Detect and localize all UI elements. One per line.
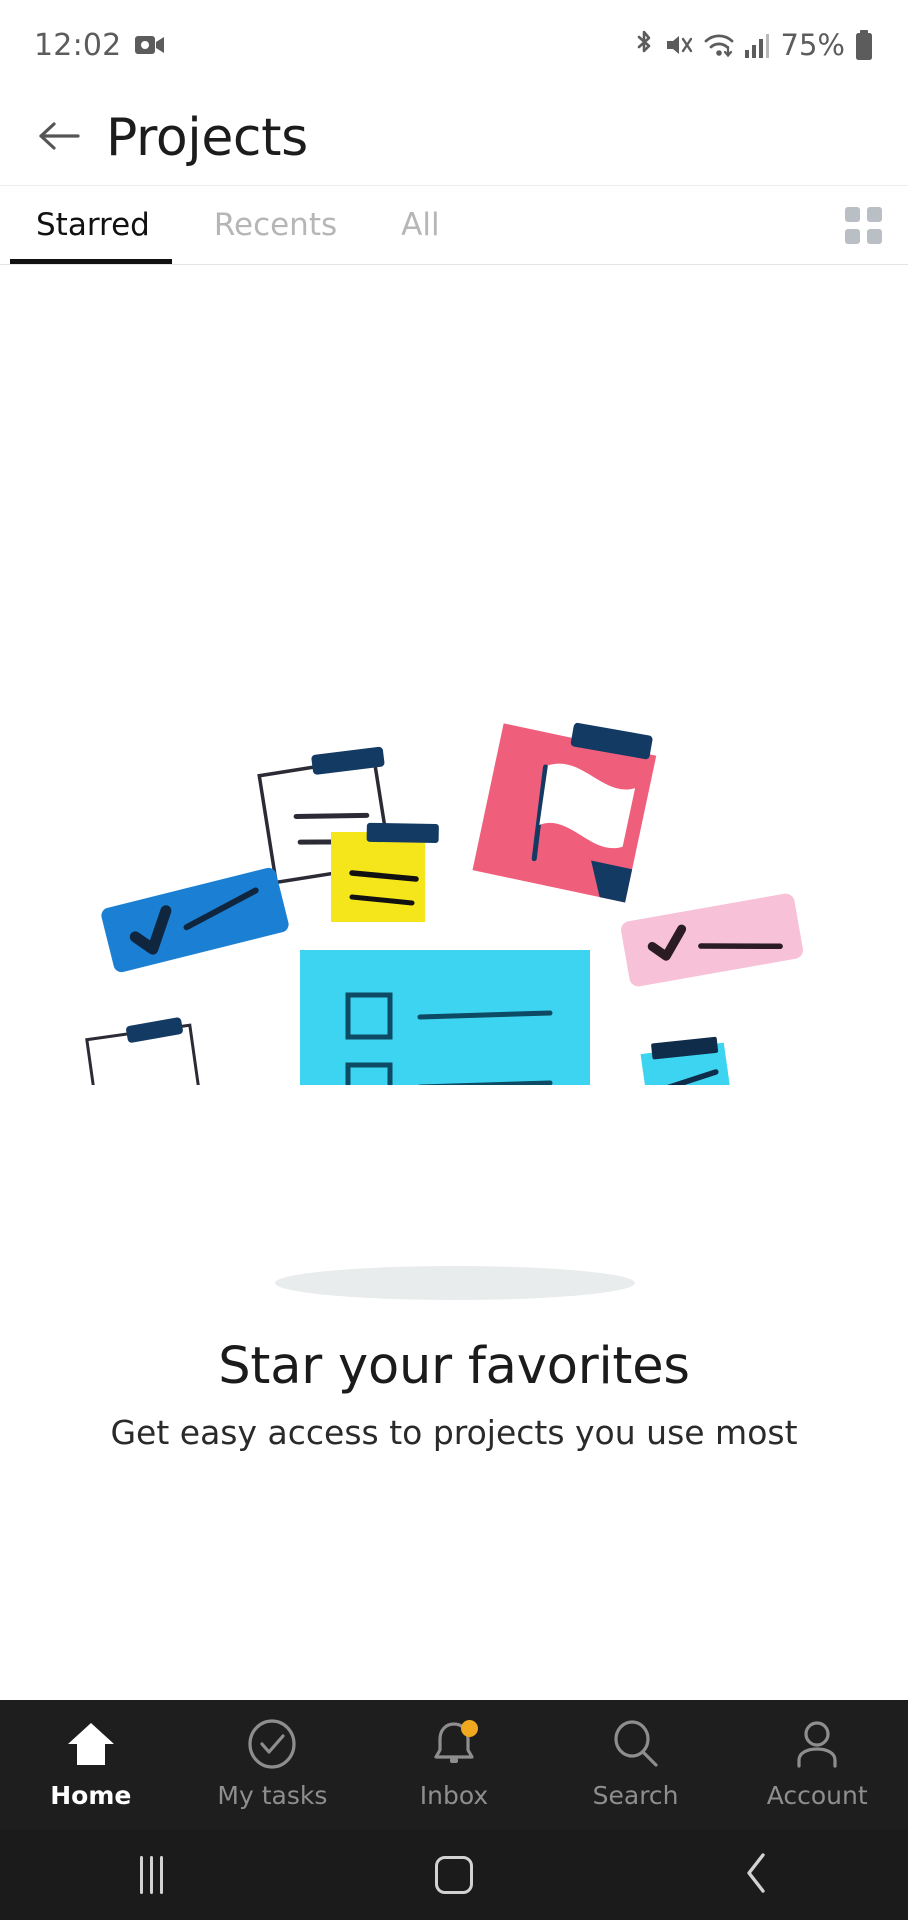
- system-navigation-bar: [0, 1830, 908, 1920]
- battery-icon: [854, 29, 874, 61]
- person-icon: [791, 1718, 843, 1770]
- grid-view-button[interactable]: [818, 186, 908, 264]
- tab-all-label: All: [401, 207, 440, 243]
- tab-starred-label: Starred: [14, 186, 172, 264]
- nav-item-account[interactable]: Account: [726, 1718, 908, 1810]
- nav-item-home-label: Home: [50, 1781, 132, 1810]
- bluetooth-icon: [633, 29, 655, 61]
- empty-state-content: Star your favorites Get easy access to p…: [0, 265, 908, 1700]
- nav-item-inbox-label: Inbox: [419, 1781, 489, 1810]
- tab-starred[interactable]: Starred: [0, 186, 182, 264]
- bottom-navigation: Home My tasks Inbox Search Account: [0, 1700, 908, 1830]
- status-bar-left: 12:02: [34, 28, 165, 63]
- back-arrow-icon: [36, 118, 82, 158]
- illustration-card-pink-flag: [472, 722, 657, 903]
- back-chevron-icon: [744, 1852, 770, 1898]
- bell-icon: [428, 1718, 480, 1770]
- illustration-sticky-cyan-small: [640, 1036, 736, 1085]
- empty-state-subtitle: Get easy access to projects you use most: [110, 1413, 798, 1452]
- nav-item-account-label: Account: [766, 1781, 868, 1810]
- recents-button[interactable]: [0, 1830, 303, 1920]
- home-square-icon: [435, 1856, 473, 1894]
- illustration-card-light-pink: [621, 893, 803, 987]
- nav-item-my-tasks[interactable]: My tasks: [182, 1718, 364, 1810]
- illustration-card-blue: [101, 867, 289, 973]
- nav-item-search[interactable]: Search: [545, 1718, 727, 1810]
- illustration-sticky-yellow: [331, 822, 439, 922]
- system-home-button[interactable]: [303, 1830, 606, 1920]
- phone-screen: 12:02 75% Projects Starred Recents All S…: [0, 0, 908, 1920]
- back-button[interactable]: [30, 109, 88, 167]
- screen-record-icon: [135, 34, 165, 56]
- inbox-badge-dot: [460, 1720, 478, 1737]
- system-back-button[interactable]: [605, 1830, 908, 1920]
- tab-all[interactable]: All: [369, 186, 471, 264]
- tab-recents[interactable]: Recents: [182, 186, 369, 264]
- empty-state-title: Star your favorites: [218, 1337, 690, 1396]
- nav-item-my-tasks-label: My tasks: [217, 1781, 328, 1810]
- nav-item-inbox[interactable]: Inbox: [363, 1718, 545, 1810]
- tab-bar: Starred Recents All: [0, 185, 908, 265]
- page-title: Projects: [106, 107, 308, 168]
- illustration-card-cyan-checklist: [300, 950, 590, 1085]
- tab-recents-label: Recents: [213, 207, 338, 243]
- tab-bar-spacer: [472, 186, 818, 264]
- check-circle-icon: [246, 1718, 298, 1770]
- cellular-signal-icon: [744, 31, 770, 59]
- nav-item-home[interactable]: Home: [0, 1718, 182, 1810]
- illustration-clipboard-small-left: [85, 1017, 205, 1085]
- app-header: Projects: [0, 90, 908, 185]
- home-icon: [65, 1718, 117, 1770]
- status-bar-right: 75%: [633, 28, 874, 62]
- mute-icon: [664, 30, 694, 60]
- recents-icon: [139, 1856, 163, 1894]
- status-bar: 12:02 75%: [0, 0, 908, 90]
- status-bar-clock: 12:02: [34, 27, 122, 63]
- wifi-icon: [703, 31, 735, 59]
- battery-percent-label: 75%: [780, 28, 845, 62]
- grid-view-icon: [844, 206, 882, 244]
- search-icon: [610, 1718, 662, 1770]
- nav-item-search-label: Search: [592, 1781, 679, 1810]
- projects-notes-illustration: [85, 722, 803, 1085]
- illustration-shadow: [275, 1266, 635, 1300]
